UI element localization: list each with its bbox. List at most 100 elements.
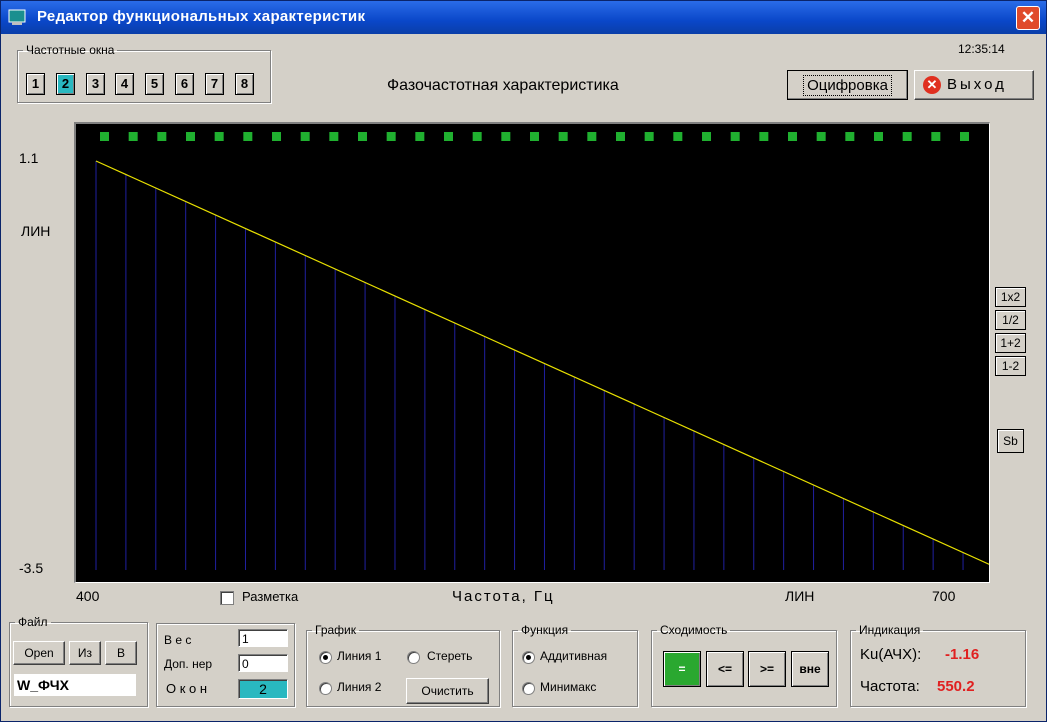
window-marker[interactable] [960,132,969,141]
close-icon[interactable]: ✕ [1016,6,1040,30]
erase-label: Стереть [427,649,473,663]
freq-windows-legend: Частотные окна [26,43,115,57]
frequency-value: 550.2 [937,678,975,695]
windows-count-field[interactable]: 2 [238,679,288,699]
window-marker[interactable] [501,132,511,141]
markup-label: Разметка [242,589,299,604]
sb-button[interactable]: Sb [997,429,1024,453]
import-button[interactable]: Из [69,641,101,665]
line1-label: Линия 1 [337,649,382,663]
y-scale-label: ЛИН [21,223,51,239]
file-name-field[interactable]: W_ФЧХ [14,674,136,696]
equal-button[interactable]: = [663,651,701,687]
window-marker[interactable] [730,132,740,141]
line2-radio[interactable] [319,682,332,695]
y-max-label: 1.1 [19,150,39,166]
file-legend: Файл [18,615,48,629]
window-marker[interactable] [100,132,109,141]
phase-series-line [95,160,989,565]
y-min-label: -3.5 [19,560,44,576]
freq-window-4[interactable]: 4 [115,73,134,95]
app-icon [8,9,26,25]
window-marker[interactable] [616,132,625,141]
additive-label: Аддитивная [540,649,608,663]
minimax-label: Минимакс [540,680,597,694]
window-marker[interactable] [587,132,597,141]
windows-label: О к о н [166,681,208,696]
main-window: Редактор функциональных характеристик ✕ … [0,0,1047,722]
x-axis-label: Частота, Гц [452,588,555,605]
markup-checkbox[interactable] [220,591,234,605]
diff-1-2-button[interactable]: 1-2 [995,356,1026,376]
open-button[interactable]: Open [13,641,65,665]
ku-value: -1.16 [945,646,980,663]
window-marker[interactable] [128,132,138,141]
window-marker[interactable] [702,132,711,141]
window-marker[interactable] [816,132,826,141]
window-marker[interactable] [272,132,281,141]
window-marker[interactable] [788,132,797,141]
minimax-radio[interactable] [522,682,535,695]
sum-1-2-button[interactable]: 1+2 [995,333,1026,353]
window-marker[interactable] [300,132,310,141]
window-marker[interactable] [845,132,855,141]
digitize-button[interactable]: Оцифровка [787,70,908,100]
window-marker[interactable] [444,132,453,141]
digitize-label: Оцифровка [803,75,892,96]
window-marker[interactable] [472,132,482,141]
window-marker[interactable] [558,132,568,141]
window-marker[interactable] [157,132,167,141]
exit-button[interactable]: ✕ Выход [914,70,1034,100]
erase-radio[interactable] [407,651,420,664]
x-min-label: 400 [76,588,100,604]
window-marker[interactable] [329,132,339,141]
plot-area[interactable] [74,122,990,583]
window-title: Редактор функциональных характеристик [37,8,366,25]
line1-radio[interactable] [319,651,332,664]
extra-field[interactable]: 0 [238,654,288,672]
freq-window-6[interactable]: 6 [175,73,194,95]
window-marker[interactable] [874,132,883,141]
freq-window-1[interactable]: 1 [26,73,45,95]
freq-window-8[interactable]: 8 [235,73,254,95]
phase-response-chart [95,132,989,570]
outside-button[interactable]: вне [791,651,829,687]
window-marker[interactable] [530,132,539,141]
export-button[interactable]: В [105,641,137,665]
clear-button[interactable]: Очистить [406,678,489,704]
x-scale-label: ЛИН [785,588,815,604]
x-max-label: 700 [932,588,956,604]
less-equal-button[interactable]: <= [706,651,744,687]
freq-window-2[interactable]: 2 [56,73,75,95]
additive-radio[interactable] [522,651,535,664]
window-marker[interactable] [931,132,941,141]
title-bar[interactable]: Редактор функциональных характеристик ✕ [1,1,1046,34]
window-marker[interactable] [358,132,367,141]
window-marker[interactable] [186,132,195,141]
convergence-legend: Сходимость [660,623,728,637]
exit-label: Выход [947,76,1007,93]
freq-window-5[interactable]: 5 [145,73,164,95]
function-legend: Функция [521,623,569,637]
freq-window-7[interactable]: 7 [205,73,224,95]
window-marker[interactable] [759,132,769,141]
window-marker[interactable] [214,132,224,141]
frequency-label: Частота: [860,678,920,695]
indication-legend: Индикация [859,623,921,637]
chart-title: Фазочастотная характеристика [387,77,619,94]
scale-half-button[interactable]: 1/2 [995,310,1026,330]
window-marker[interactable] [386,132,396,141]
window-marker[interactable] [673,132,683,141]
ku-label: Ku(АЧХ): [860,646,922,663]
window-marker[interactable] [243,132,253,141]
freq-window-3[interactable]: 3 [86,73,105,95]
greater-equal-button[interactable]: >= [748,651,786,687]
weight-field[interactable]: 1 [238,629,288,647]
window-marker[interactable] [415,132,425,141]
window-marker[interactable] [902,132,912,141]
scale-1x2-button[interactable]: 1x2 [995,287,1026,307]
window-marker[interactable] [644,132,654,141]
line2-label: Линия 2 [337,680,382,694]
graph-legend: График [315,623,356,637]
extra-label: Доп. нер [164,657,213,671]
